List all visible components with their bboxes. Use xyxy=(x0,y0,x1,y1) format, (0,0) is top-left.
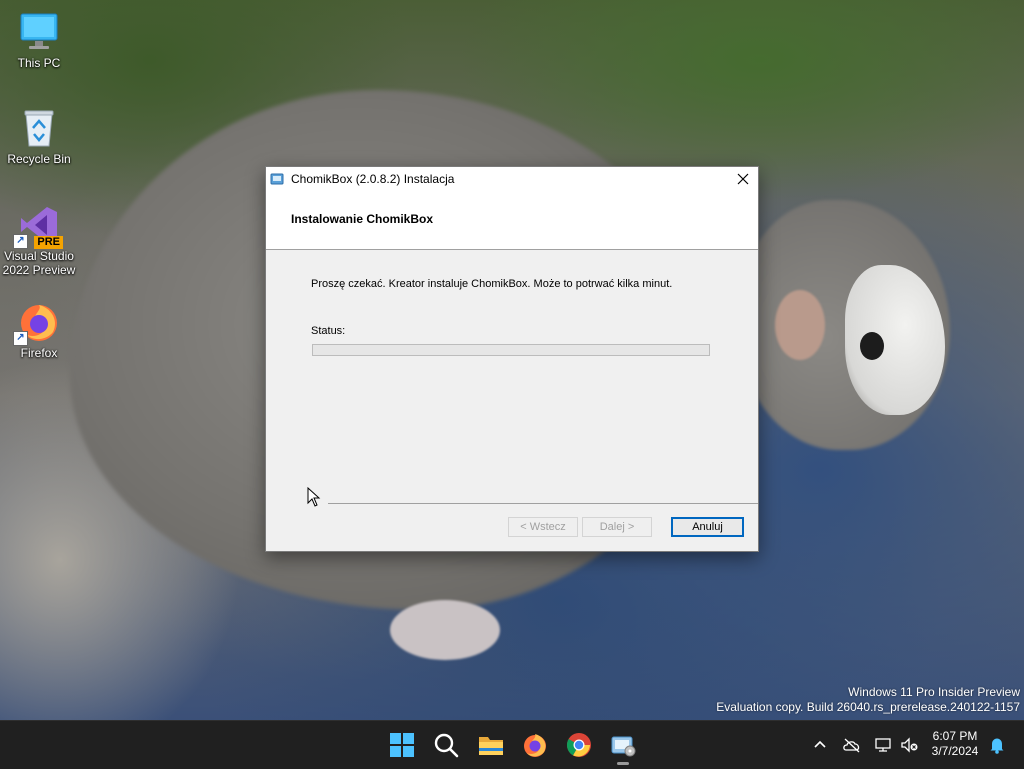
next-button[interactable]: Dalej > xyxy=(582,517,652,537)
search-icon[interactable] xyxy=(432,731,460,759)
running-indicator xyxy=(617,762,629,765)
desktop-icon-label: Firefox xyxy=(20,346,58,360)
recycle-bin-icon xyxy=(17,106,61,150)
chrome-icon[interactable] xyxy=(565,731,593,759)
close-icon xyxy=(737,173,749,185)
wallpaper-rat-ear xyxy=(775,290,825,360)
taskbar-clock[interactable]: 6:07 PM 3/7/2024 xyxy=(925,729,985,759)
shortcut-arrow-icon: ↗ xyxy=(13,331,28,346)
installer-app-icon xyxy=(270,172,284,186)
mouse-cursor-icon xyxy=(307,487,321,507)
footer-separator xyxy=(328,503,758,504)
desktop-icon-label: Visual Studio 2022 Preview xyxy=(2,249,76,277)
preview-badge: PRE xyxy=(34,236,63,249)
close-button[interactable] xyxy=(728,167,758,191)
watermark-build: Evaluation copy. Build 26040.rs_prerelea… xyxy=(716,700,1020,714)
wallpaper-rat-eye xyxy=(860,332,884,360)
back-button[interactable]: < Wstecz xyxy=(508,517,578,537)
volume-muted-icon[interactable] xyxy=(899,735,919,755)
install-progress-bar xyxy=(312,344,710,356)
windows-watermark: Windows 11 Pro Insider Preview Evaluatio… xyxy=(716,685,1020,715)
installer-icon[interactable] xyxy=(609,731,637,765)
taskbar: 6:07 PM 3/7/2024 xyxy=(0,720,1024,769)
installer-dialog: ChomikBox (2.0.8.2) Instalacja Instalowa… xyxy=(265,166,759,552)
desktop-icon-label: Recycle Bin xyxy=(7,152,71,166)
dialog-title: ChomikBox (2.0.8.2) Instalacja xyxy=(291,172,455,186)
wallpaper-rat-paw xyxy=(390,600,500,660)
notification-bell-icon[interactable] xyxy=(987,735,1007,755)
watermark-edition: Windows 11 Pro Insider Preview xyxy=(848,685,1020,699)
page-title: Instalowanie ChomikBox xyxy=(291,212,434,226)
status-label: Status: xyxy=(311,325,346,337)
desktop-icon-visual-studio[interactable]: PRE ↗ Visual Studio 2022 Preview xyxy=(0,203,79,277)
dialog-header-band: Instalowanie ChomikBox xyxy=(266,191,758,250)
firefox-icon[interactable] xyxy=(521,731,549,759)
desktop-icon-label: This PC xyxy=(17,56,61,70)
visual-studio-icon: PRE ↗ xyxy=(13,203,63,249)
chevron-up-icon[interactable] xyxy=(810,735,830,755)
network-icon[interactable] xyxy=(873,735,893,755)
dialog-titlebar[interactable]: ChomikBox (2.0.8.2) Instalacja xyxy=(266,167,758,191)
file-explorer-icon[interactable] xyxy=(477,731,505,759)
cancel-button[interactable]: Anuluj xyxy=(671,517,744,537)
onedrive-icon[interactable] xyxy=(842,735,862,755)
windows-start-icon[interactable] xyxy=(388,731,416,759)
firefox-icon: ↗ xyxy=(13,300,61,346)
shortcut-arrow-icon: ↗ xyxy=(13,234,28,249)
computer-icon xyxy=(17,10,61,54)
install-message: Proszę czekać. Kreator instaluje ChomikB… xyxy=(311,278,673,290)
desktop-icon-firefox[interactable]: ↗ Firefox xyxy=(0,300,79,360)
desktop-icon-recycle-bin[interactable]: Recycle Bin xyxy=(0,106,79,166)
desktop-icon-this-pc[interactable]: This PC xyxy=(0,10,79,70)
clock-time: 6:07 PM xyxy=(932,729,978,743)
clock-date: 3/7/2024 xyxy=(931,744,979,758)
